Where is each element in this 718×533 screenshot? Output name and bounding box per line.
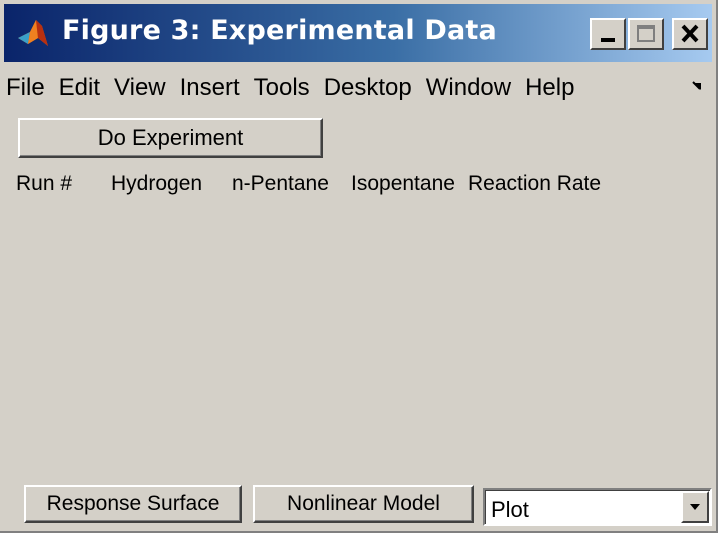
response-surface-button[interactable]: Response Surface — [24, 485, 242, 523]
menu-view[interactable]: View — [108, 74, 174, 102]
window-title: Figure 3: Experimental Data — [62, 15, 497, 46]
figure-window: Figure 3: Experimental Data File Edit Vi… — [0, 0, 718, 533]
maximize-icon — [637, 25, 655, 42]
do-experiment-button[interactable]: Do Experiment — [18, 118, 323, 158]
close-icon — [681, 24, 699, 43]
menu-edit[interactable]: Edit — [53, 74, 108, 102]
column-header-isopentane: Isopentane — [351, 172, 455, 195]
menu-tools[interactable]: Tools — [248, 74, 318, 102]
nonlinear-model-button[interactable]: Nonlinear Model — [253, 485, 474, 523]
menu-desktop[interactable]: Desktop — [318, 74, 420, 102]
chevron-down-icon — [690, 504, 700, 510]
menu-insert[interactable]: Insert — [174, 74, 248, 102]
title-bar[interactable]: Figure 3: Experimental Data — [4, 4, 712, 62]
menu-bar: File Edit View Insert Tools Desktop Wind… — [4, 68, 712, 108]
minimize-icon — [601, 38, 615, 42]
toolbar-dock-arrow-icon[interactable] — [692, 80, 706, 94]
column-header-hydrogen: Hydrogen — [111, 172, 203, 195]
menu-window[interactable]: Window — [420, 74, 519, 102]
column-header-run: Run # — [16, 172, 73, 195]
plot-select[interactable]: Plot — [483, 488, 712, 526]
column-header-n-pentane: n-Pentane — [232, 172, 329, 195]
maximize-button[interactable] — [628, 18, 664, 50]
column-header-reaction-rate: Reaction Rate — [468, 172, 602, 195]
menu-file[interactable]: File — [4, 74, 53, 102]
matlab-logo-icon — [18, 20, 48, 46]
close-button[interactable] — [672, 18, 708, 50]
plot-select-arrow-button[interactable] — [681, 491, 709, 523]
plot-select-value: Plot — [491, 497, 529, 522]
menu-help[interactable]: Help — [519, 74, 582, 102]
minimize-button[interactable] — [590, 18, 626, 50]
